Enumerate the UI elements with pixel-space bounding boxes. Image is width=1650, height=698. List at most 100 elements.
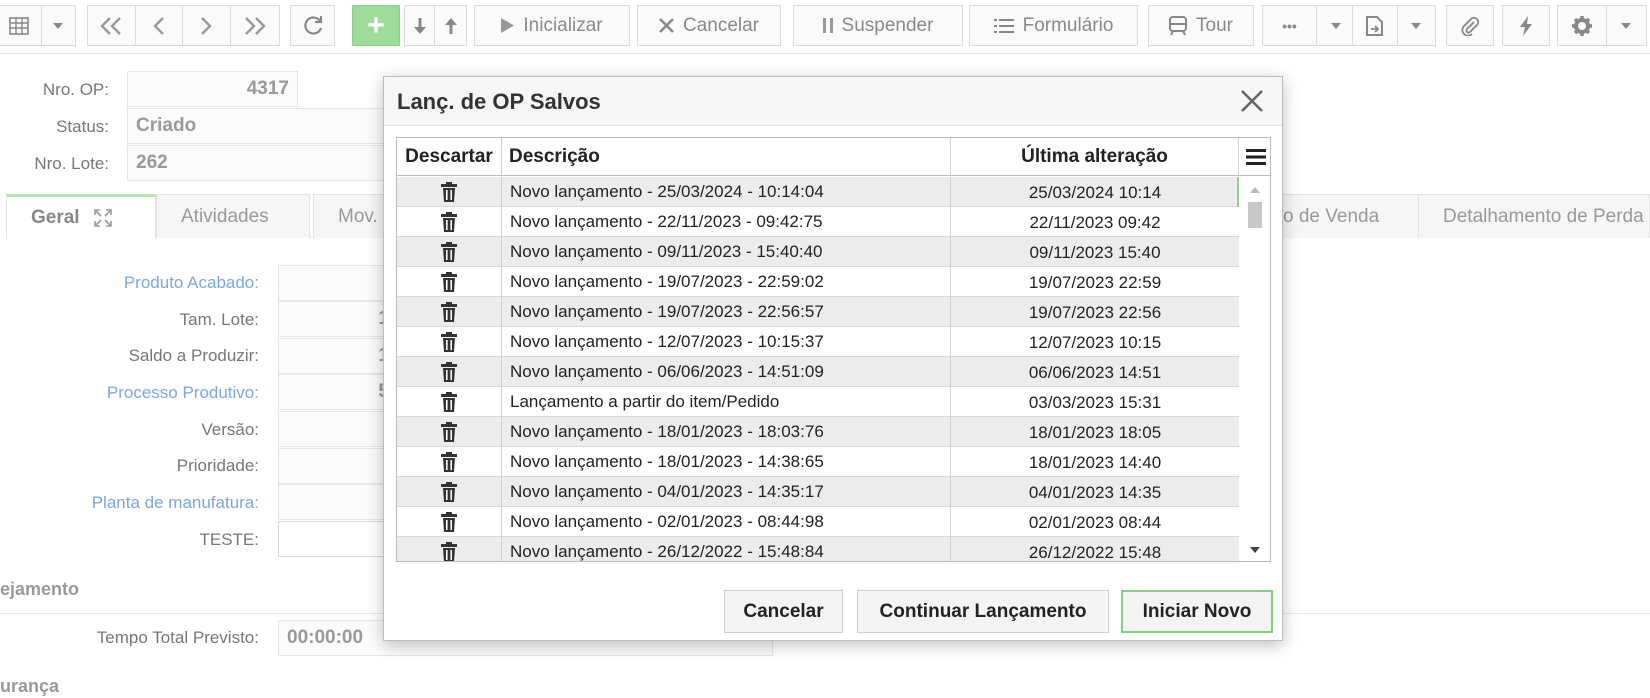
more-dropdown[interactable]: [1317, 6, 1355, 45]
table-row[interactable]: Novo lançamento - 04/01/2023 - 14:35:17 0…: [397, 477, 1239, 507]
field-saldo-produzir[interactable]: 1: [278, 338, 398, 374]
tab-atividades[interactable]: Atividades: [156, 194, 310, 238]
trash-icon: [441, 481, 457, 502]
table-row[interactable]: Lançamento a partir do item/Pedido 03/03/…: [397, 387, 1239, 417]
table-row[interactable]: Novo lançamento - 02/01/2023 - 08:44:98 0…: [397, 507, 1239, 537]
discard-button[interactable]: [397, 297, 502, 326]
settings-dropdown[interactable]: [1607, 6, 1646, 45]
trash-icon: [441, 421, 457, 442]
table-row[interactable]: Novo lançamento - 18/01/2023 - 18:03:76 1…: [397, 417, 1239, 447]
row-last-change: 03/03/2023 15:31: [1028, 392, 1162, 412]
field-label-planta-manufatura[interactable]: Planta de manufatura:: [0, 493, 259, 513]
table-row[interactable]: Novo lançamento - 19/07/2023 - 22:56:57 1…: [397, 297, 1239, 327]
lot-number-label: Nro. Lote:: [34, 154, 109, 173]
table-row[interactable]: Novo lançamento - 12/07/2023 - 10:15:37 1…: [397, 327, 1239, 357]
grid-rows: Novo lançamento - 25/03/2024 - 10:14:04 2…: [397, 177, 1239, 562]
scroll-down-button[interactable]: [1244, 542, 1266, 558]
column-menu-button[interactable]: [1239, 138, 1270, 176]
discard-button[interactable]: [397, 447, 502, 476]
column-header-description[interactable]: Descrição: [502, 138, 951, 176]
table-row[interactable]: Novo lançamento - 25/03/2024 - 10:14:04 2…: [397, 177, 1239, 207]
field-label-processo-produtivo[interactable]: Processo Produtivo:: [0, 383, 259, 403]
start-new-button[interactable]: Iniciar Novo: [1121, 590, 1273, 633]
discard-button[interactable]: [397, 507, 502, 536]
form-label: Formulário: [1022, 14, 1114, 36]
row-last-change: 26/12/2022 15:48: [1028, 542, 1162, 562]
tab-detalhamento-perda[interactable]: Detalhamento de Perda: [1418, 194, 1650, 238]
field-versao[interactable]: [278, 411, 398, 447]
row-description: Novo lançamento - 18/01/2023 - 18:03:76: [502, 417, 951, 446]
tab-geral[interactable]: Geral: [6, 194, 156, 239]
discard-button[interactable]: [397, 267, 502, 296]
discard-button[interactable]: [397, 417, 502, 446]
saved-launches-dialog: Lanç. de OP Salvos Descartar Descrição Ú…: [383, 76, 1283, 641]
lot-number-field[interactable]: 262: [127, 145, 397, 181]
discard-button[interactable]: [397, 537, 502, 561]
field-planta-manufatura[interactable]: [278, 484, 398, 520]
op-number-field[interactable]: 4317: [127, 71, 298, 107]
continue-launch-button[interactable]: Continuar Lançamento: [857, 590, 1109, 633]
actions-button[interactable]: [1502, 5, 1550, 46]
discard-button[interactable]: [397, 477, 502, 506]
grid-view-button[interactable]: [0, 6, 42, 45]
field-tam-lote[interactable]: 1: [278, 301, 398, 337]
discard-button[interactable]: [397, 327, 502, 356]
trash-icon: [441, 391, 457, 412]
field-label-saldo-produzir: Saldo a Produzir:: [128, 346, 259, 365]
first-record-button[interactable]: [88, 6, 136, 45]
discard-button[interactable]: [397, 237, 502, 266]
add-button[interactable]: +: [352, 5, 400, 46]
trash-icon: [441, 301, 457, 322]
discard-button[interactable]: [397, 387, 502, 416]
grid-scrollbar[interactable]: [1244, 182, 1266, 558]
table-row[interactable]: Novo lançamento - 22/11/2023 - 09:42:75 2…: [397, 207, 1239, 237]
scroll-up-button[interactable]: [1244, 182, 1266, 198]
table-row[interactable]: Novo lançamento - 18/01/2023 - 14:38:65 1…: [397, 447, 1239, 477]
cancel-toolbar-button[interactable]: Cancelar: [637, 5, 781, 46]
more-button[interactable]: •••: [1263, 6, 1317, 45]
status-label: Status:: [56, 117, 109, 136]
column-header-discard[interactable]: Descartar: [397, 138, 502, 176]
field-label-produto-acabado[interactable]: Produto Acabado:: [0, 273, 259, 293]
discard-button[interactable]: [397, 207, 502, 236]
export-group: [1352, 5, 1436, 46]
start-button[interactable]: Inicializar: [474, 5, 630, 46]
previous-record-button[interactable]: [136, 6, 183, 45]
discard-button[interactable]: [397, 177, 502, 206]
row-description: Novo lançamento - 22/11/2023 - 09:42:75: [502, 207, 951, 236]
tour-button[interactable]: Tour: [1148, 5, 1254, 46]
table-row[interactable]: Novo lançamento - 19/07/2023 - 22:59:02 1…: [397, 267, 1239, 297]
suspend-button[interactable]: Suspender: [793, 5, 963, 46]
export-button[interactable]: [1353, 6, 1398, 45]
tab-atividades-label: Atividades: [181, 205, 269, 227]
row-last-change: 18/01/2023 18:05: [1028, 422, 1162, 442]
last-record-button[interactable]: [231, 6, 279, 45]
discard-button[interactable]: [397, 357, 502, 386]
move-down-button[interactable]: [405, 6, 436, 45]
attachment-button[interactable]: [1446, 5, 1494, 46]
field-processo-produtivo[interactable]: 5: [278, 374, 398, 410]
column-header-last-change[interactable]: Última alteração: [951, 138, 1239, 176]
next-record-button[interactable]: [183, 6, 231, 45]
cancel-button[interactable]: Cancelar: [724, 590, 843, 633]
move-up-button[interactable]: [435, 6, 466, 45]
status-field[interactable]: Criado: [127, 108, 397, 144]
field-label-prioridade: Prioridade:: [176, 456, 259, 475]
settings-button[interactable]: [1558, 6, 1607, 45]
scrollbar-thumb[interactable]: [1248, 202, 1262, 228]
field-teste[interactable]: [278, 521, 398, 557]
dialog-close-button[interactable]: [1238, 87, 1266, 115]
refresh-button[interactable]: [290, 5, 335, 46]
field-prioridade[interactable]: [278, 448, 398, 484]
form-button[interactable]: Formulário: [969, 5, 1138, 46]
expand-icon[interactable]: [93, 209, 112, 227]
export-dropdown[interactable]: [1398, 6, 1435, 45]
table-row[interactable]: Novo lançamento - 06/06/2023 - 14:51:09 0…: [397, 357, 1239, 387]
grid-view-dropdown[interactable]: [42, 6, 75, 45]
table-row[interactable]: Novo lançamento - 09/11/2023 - 15:40:40 0…: [397, 237, 1239, 267]
field-produto-acabado[interactable]: [278, 265, 398, 301]
trash-icon: [441, 361, 457, 382]
table-row[interactable]: Novo lançamento - 26/12/2022 - 15:48:84 2…: [397, 537, 1239, 562]
suspend-label: Suspender: [841, 14, 934, 36]
trash-icon: [441, 331, 457, 352]
